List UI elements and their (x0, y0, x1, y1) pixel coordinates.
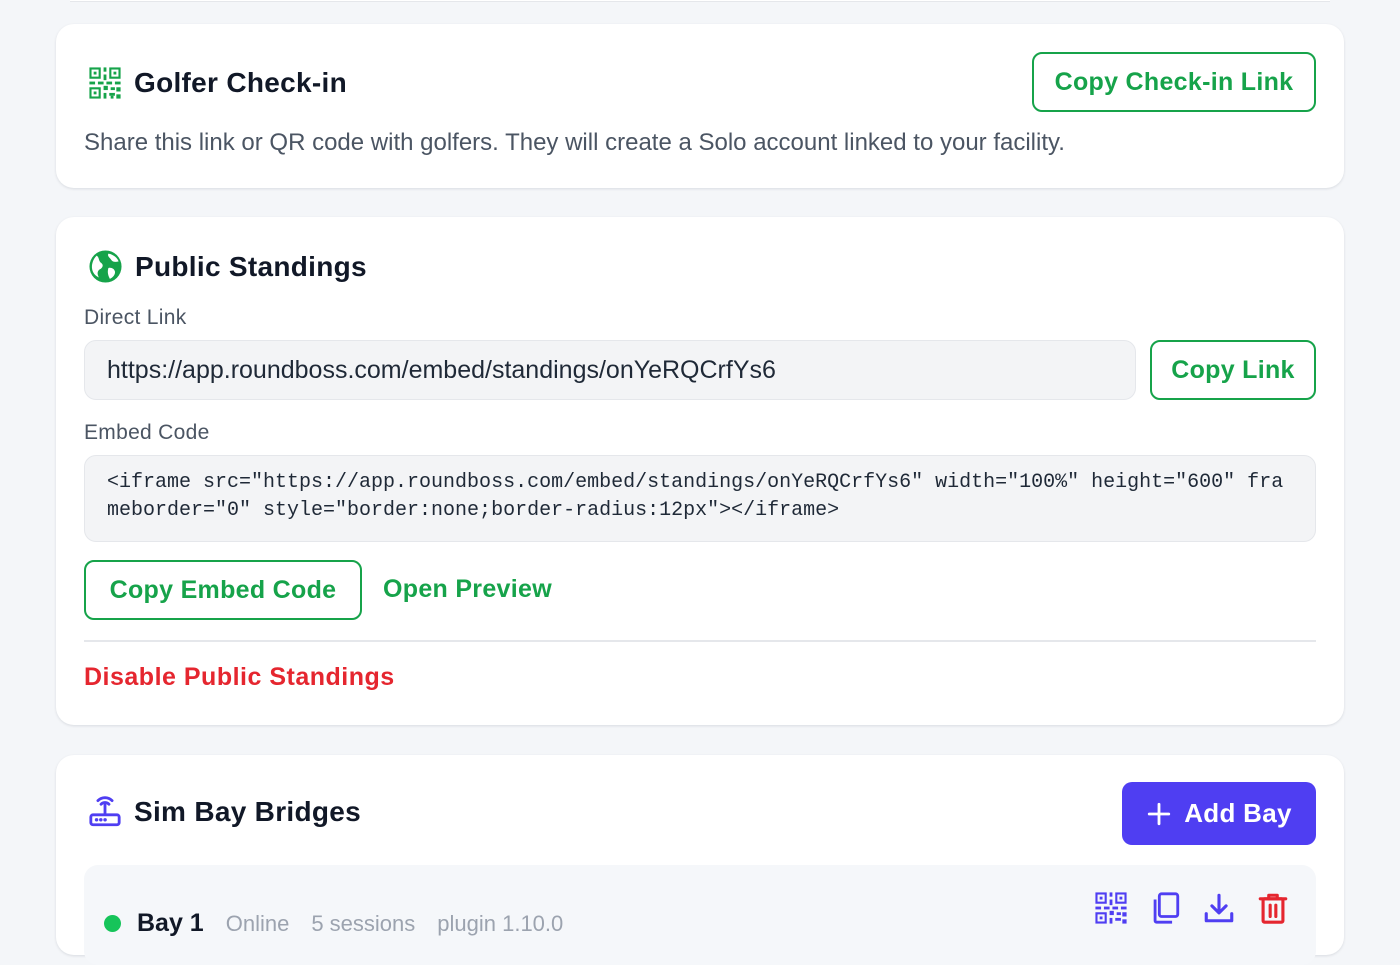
standings-header: Public Standings (88, 249, 367, 284)
direct-link-value: https://app.roundboss.com/embed/standing… (107, 355, 776, 384)
checkin-title: Golfer Check-in (134, 67, 347, 98)
bay-status: Online (225, 910, 290, 936)
qr-code-icon[interactable] (1094, 891, 1128, 925)
divider (84, 640, 1316, 642)
disable-public-standings-link[interactable]: Disable Public Standings (84, 663, 395, 692)
bay-row: Bay 1 Online 5 sessions plugin 1.10.0 (84, 865, 1316, 965)
add-bay-label: Add Bay (1184, 798, 1292, 828)
golfer-checkin-card: Golfer Check-in Copy Check-in Link Share… (56, 24, 1344, 188)
router-icon (88, 795, 122, 829)
public-standings-card: Public Standings Direct Link https://app… (56, 217, 1344, 725)
copy-checkin-link-button[interactable]: Copy Check-in Link (1032, 52, 1316, 112)
copy-icon[interactable] (1148, 891, 1182, 925)
add-bay-button[interactable]: Add Bay (1122, 782, 1316, 845)
trash-icon[interactable] (1256, 891, 1290, 925)
bays-header: Sim Bay Bridges (88, 795, 361, 829)
bay-name: Bay 1 (137, 909, 204, 937)
copy-embed-code-button[interactable]: Copy Embed Code (84, 560, 362, 620)
checkin-description: Share this link or QR code with golfers.… (84, 129, 1065, 156)
copy-link-button[interactable]: Copy Link (1150, 340, 1316, 400)
direct-link-label: Direct Link (84, 306, 187, 329)
qr-code-icon (88, 66, 122, 100)
online-status-dot (104, 915, 121, 932)
bays-title: Sim Bay Bridges (134, 796, 362, 827)
globe-icon (88, 249, 123, 284)
embed-code-label: Embed Code (84, 421, 210, 444)
bay-sessions: 5 sessions (311, 910, 416, 936)
bay-plugin-version: plugin 1.10.0 (437, 910, 564, 936)
direct-link-field[interactable]: https://app.roundboss.com/embed/standing… (84, 340, 1136, 400)
open-preview-link[interactable]: Open Preview (383, 575, 552, 604)
sim-bay-bridges-card: Sim Bay Bridges Add Bay Bay 1 Online 5 s… (56, 755, 1344, 965)
bay-info: Bay 1 Online 5 sessions plugin 1.10.0 (104, 909, 563, 938)
checkin-header: Golfer Check-in (88, 66, 347, 100)
previous-card-edge (70, 0, 1330, 2)
embed-code-field[interactable]: <iframe src="https://app.roundboss.com/e… (84, 455, 1316, 542)
standings-title: Public Standings (135, 250, 367, 282)
bay-actions (1094, 891, 1290, 925)
download-icon[interactable] (1202, 891, 1236, 925)
plus-icon (1146, 801, 1172, 827)
